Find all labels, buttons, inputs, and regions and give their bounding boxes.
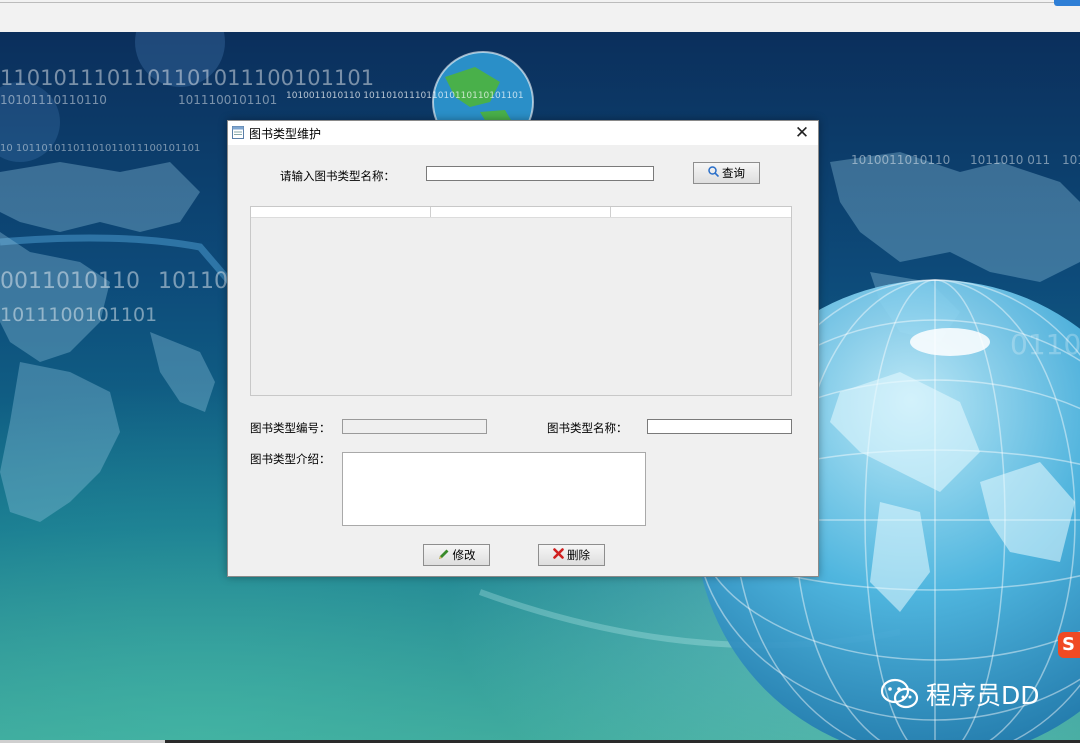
watermark-text: 程序员DD [926,681,1040,710]
top-divider [0,2,1080,3]
modify-button-label: 修改 [452,548,476,562]
search-label: 请输入图书类型名称： [280,169,395,183]
binary-text: 1011100101101 [178,93,278,107]
binary-text: 1101011101101101011100101101 [0,66,375,90]
binary-text: 0110 [1010,328,1080,361]
binary-text: 101 [1062,153,1080,167]
binary-text: 10 10110101101101011011100101101 [0,143,201,154]
top-window-strip [0,0,1080,33]
modify-button[interactable]: 修改 [423,544,490,566]
dialog-titlebar[interactable]: 图书类型维护 ✕ [228,121,818,145]
x-icon [553,548,564,562]
delete-button-label: 删除 [567,548,590,562]
binary-text: 1011010 011 [970,153,1051,167]
corner-badge[interactable] [1054,0,1080,6]
query-button[interactable]: 查询 [693,162,760,184]
wechat-icon [880,678,920,710]
table-column-header[interactable] [431,207,611,217]
table-column-header[interactable] [251,207,431,217]
table-column-header[interactable] [611,207,790,217]
binary-text: 1011100101101 [0,304,158,326]
search-icon [708,166,720,180]
dialog-title: 图书类型维护 [249,127,322,141]
sohu-logo-icon: S [1058,632,1080,658]
desc-label: 图书类型介绍： [250,452,331,466]
name-field[interactable] [647,419,792,434]
wechat-watermark: 程序员DD [880,676,1040,712]
book-type-dialog: 图书类型维护 ✕ 请输入图书类型名称： 查询 图书类型编号： 图书类型名称： 图… [227,120,819,577]
binary-text: 1010011010110 10110101110110101101101011… [286,91,524,101]
binary-text: 0011010110 [0,269,140,294]
name-label: 图书类型名称： [547,421,628,435]
pencil-icon [438,548,450,563]
search-input[interactable] [426,166,654,181]
binary-text: 1010011010110 [851,153,951,167]
binary-text: 10101110110110 [0,93,107,107]
table-header [251,207,791,218]
id-label: 图书类型编号： [250,421,331,435]
desc-textarea[interactable] [342,452,646,526]
close-icon[interactable]: ✕ [792,123,812,143]
id-field [342,419,487,434]
book-type-table[interactable] [250,206,792,396]
delete-button[interactable]: 删除 [538,544,605,566]
window-icon [232,126,244,139]
query-button-label: 查询 [722,166,745,180]
